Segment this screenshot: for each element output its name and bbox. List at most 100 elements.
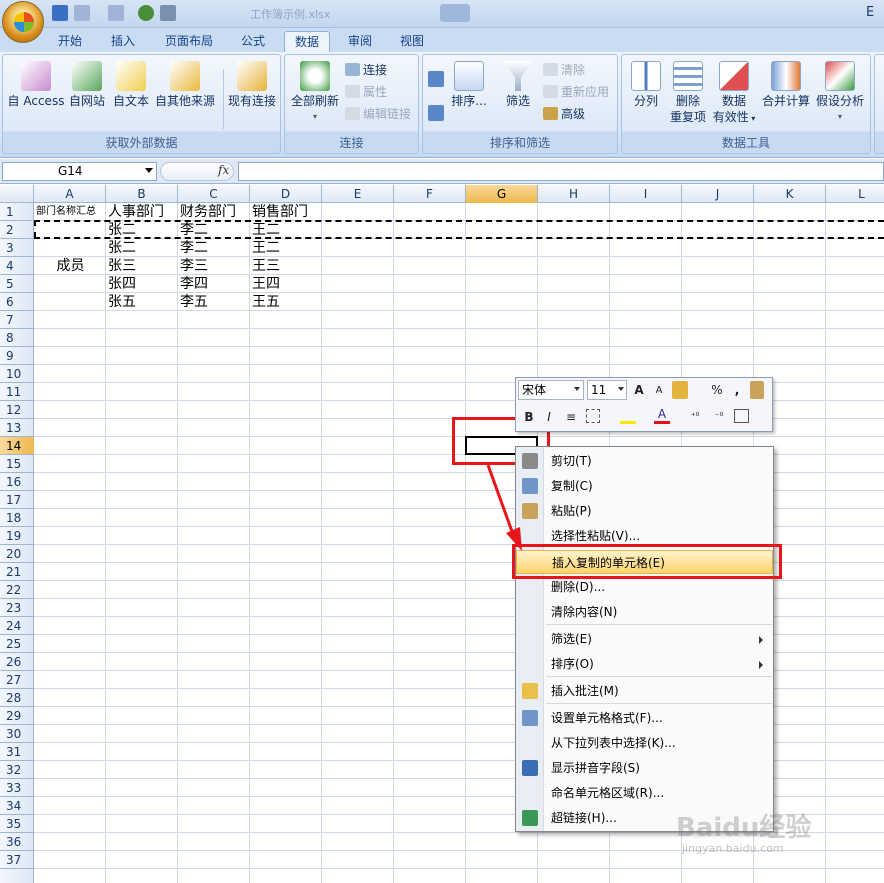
select-all-corner[interactable] bbox=[0, 185, 34, 203]
row-header-3[interactable]: 3 bbox=[0, 239, 34, 257]
row-header-37[interactable]: 37 bbox=[0, 851, 34, 869]
advanced-button[interactable]: 高级 bbox=[543, 105, 585, 122]
insert-function-icon[interactable]: fx bbox=[218, 163, 229, 177]
column-header-a[interactable]: A bbox=[34, 185, 106, 203]
data-validation-button[interactable]: 数据 有效性 ▾ bbox=[710, 61, 758, 127]
from-text-button[interactable]: 自文本 bbox=[109, 61, 153, 109]
row-header-21[interactable]: 21 bbox=[0, 563, 34, 581]
row-header-25[interactable]: 25 bbox=[0, 635, 34, 653]
from-web-button[interactable]: 自网站 bbox=[65, 61, 109, 109]
menu-item-1[interactable]: 剪切(T) bbox=[516, 449, 773, 473]
tab-view[interactable]: 视图 bbox=[390, 31, 434, 52]
sort-button[interactable]: 排序... bbox=[449, 61, 489, 109]
row-header-32[interactable]: 32 bbox=[0, 761, 34, 779]
name-box[interactable]: G14 bbox=[2, 162, 157, 181]
row-header-14[interactable]: 14 bbox=[0, 437, 34, 455]
from-other-button[interactable]: 自其他来源 bbox=[153, 61, 217, 109]
menu-item-2[interactable]: 复制(C) bbox=[516, 474, 773, 498]
menu-item-7[interactable]: 清除内容(N) bbox=[516, 600, 773, 624]
row-header-5[interactable]: 5 bbox=[0, 275, 34, 293]
center-align-icon[interactable]: ≡ bbox=[562, 408, 580, 426]
borders-icon[interactable] bbox=[586, 409, 600, 423]
percent-style-icon[interactable]: % bbox=[708, 381, 726, 399]
row-header-28[interactable]: 28 bbox=[0, 689, 34, 707]
column-header-e[interactable]: E bbox=[322, 185, 394, 203]
row-header-10[interactable]: 10 bbox=[0, 365, 34, 383]
grow-font-icon[interactable]: A bbox=[630, 381, 648, 399]
row-header-36[interactable]: 36 bbox=[0, 833, 34, 851]
minimize-label[interactable]: E bbox=[866, 5, 874, 20]
font-color-icon[interactable]: A bbox=[654, 408, 670, 424]
tab-insert[interactable]: 插入 bbox=[100, 31, 146, 52]
menu-item-8[interactable]: 筛选(E) bbox=[516, 627, 773, 651]
comma-style-icon[interactable]: , bbox=[728, 381, 746, 399]
row-header-2[interactable]: 2 bbox=[0, 221, 34, 239]
row-header-11[interactable]: 11 bbox=[0, 383, 34, 401]
tab-home[interactable]: 开始 bbox=[48, 31, 92, 52]
menu-item-14[interactable]: 命名单元格区域(R)... bbox=[516, 781, 773, 805]
reapply-button[interactable]: 重新应用 bbox=[543, 83, 609, 100]
italic-icon[interactable]: I bbox=[540, 408, 558, 426]
merge-center-icon[interactable] bbox=[734, 409, 749, 423]
column-header-h[interactable]: H bbox=[538, 185, 610, 203]
column-header-l[interactable]: L bbox=[826, 185, 884, 203]
row-header-9[interactable]: 9 bbox=[0, 347, 34, 365]
column-header-c[interactable]: C bbox=[178, 185, 250, 203]
row-header-8[interactable]: 8 bbox=[0, 329, 34, 347]
remove-duplicates-button[interactable]: 删除 重复项 bbox=[668, 61, 708, 125]
size-dropdown-icon[interactable] bbox=[618, 387, 624, 391]
name-box-dropdown-icon[interactable] bbox=[145, 168, 153, 173]
row-header-34[interactable]: 34 bbox=[0, 797, 34, 815]
filter-button[interactable]: 筛选 bbox=[499, 61, 537, 109]
row-header-19[interactable]: 19 bbox=[0, 527, 34, 545]
bold-icon[interactable]: B bbox=[520, 408, 538, 426]
row-header-24[interactable]: 24 bbox=[0, 617, 34, 635]
refresh-all-button[interactable]: 全部刷新 ▾ bbox=[288, 61, 342, 125]
row-header-17[interactable]: 17 bbox=[0, 491, 34, 509]
row-header-23[interactable]: 23 bbox=[0, 599, 34, 617]
column-header-b[interactable]: B bbox=[106, 185, 178, 203]
column-header-f[interactable]: F bbox=[394, 185, 466, 203]
text-to-columns-button[interactable]: 分列 bbox=[626, 61, 666, 109]
row-header-18[interactable]: 18 bbox=[0, 509, 34, 527]
tab-review[interactable]: 审阅 bbox=[338, 31, 382, 52]
menu-item-12[interactable]: 从下拉列表中选择(K)... bbox=[516, 731, 773, 755]
row-header-29[interactable]: 29 bbox=[0, 707, 34, 725]
existing-connections-button[interactable]: 现有连接 bbox=[225, 61, 279, 109]
from-access-button[interactable]: 自 Access bbox=[7, 61, 65, 109]
edit-links-button[interactable]: 编辑链接 bbox=[345, 105, 411, 122]
row-header-35[interactable]: 35 bbox=[0, 815, 34, 833]
clear-button[interactable]: 清除 bbox=[543, 61, 585, 78]
menu-item-3[interactable]: 粘贴(P) bbox=[516, 499, 773, 523]
column-header-j[interactable]: J bbox=[682, 185, 754, 203]
row-header-1[interactable]: 1 bbox=[0, 203, 34, 221]
column-header-i[interactable]: I bbox=[610, 185, 682, 203]
shrink-font-icon[interactable]: A bbox=[650, 382, 668, 400]
hyperlink-icon[interactable] bbox=[138, 5, 154, 21]
column-header-g[interactable]: G bbox=[466, 185, 538, 203]
redo-icon[interactable] bbox=[108, 5, 124, 21]
decrease-decimal-icon[interactable]: ⁻⁰ bbox=[710, 408, 728, 426]
row-header-4[interactable]: 4 bbox=[0, 257, 34, 275]
menu-item-10[interactable]: 插入批注(M) bbox=[516, 679, 773, 703]
increase-decimal-icon[interactable]: ⁺⁰ bbox=[686, 408, 704, 426]
row-header-15[interactable]: 15 bbox=[0, 455, 34, 473]
row-header-22[interactable]: 22 bbox=[0, 581, 34, 599]
cell-styles-icon[interactable] bbox=[672, 381, 688, 399]
what-if-button[interactable]: 假设分析 ▾ bbox=[812, 61, 868, 125]
menu-item-11[interactable]: 设置单元格格式(F)... bbox=[516, 706, 773, 730]
row-header-20[interactable]: 20 bbox=[0, 545, 34, 563]
consolidate-button[interactable]: 合并计算 bbox=[760, 61, 812, 109]
row-header-26[interactable]: 26 bbox=[0, 653, 34, 671]
office-button[interactable] bbox=[2, 1, 44, 43]
row-header-33[interactable]: 33 bbox=[0, 779, 34, 797]
format-painter-icon[interactable] bbox=[750, 381, 764, 399]
formula-input[interactable] bbox=[238, 162, 884, 181]
tab-page-layout[interactable]: 页面布局 bbox=[156, 31, 222, 52]
row-header-12[interactable]: 12 bbox=[0, 401, 34, 419]
save-icon[interactable] bbox=[52, 5, 68, 21]
menu-item-9[interactable]: 排序(O) bbox=[516, 652, 773, 676]
tab-formulas[interactable]: 公式 bbox=[230, 31, 276, 52]
column-header-k[interactable]: K bbox=[754, 185, 826, 203]
sort-za-icon[interactable] bbox=[428, 105, 444, 121]
